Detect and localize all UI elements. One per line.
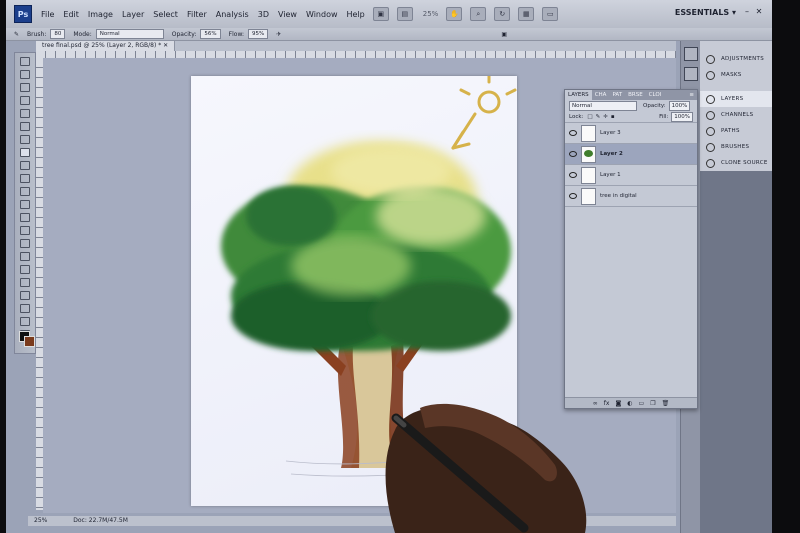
hand-with-stylus	[385, 403, 587, 533]
